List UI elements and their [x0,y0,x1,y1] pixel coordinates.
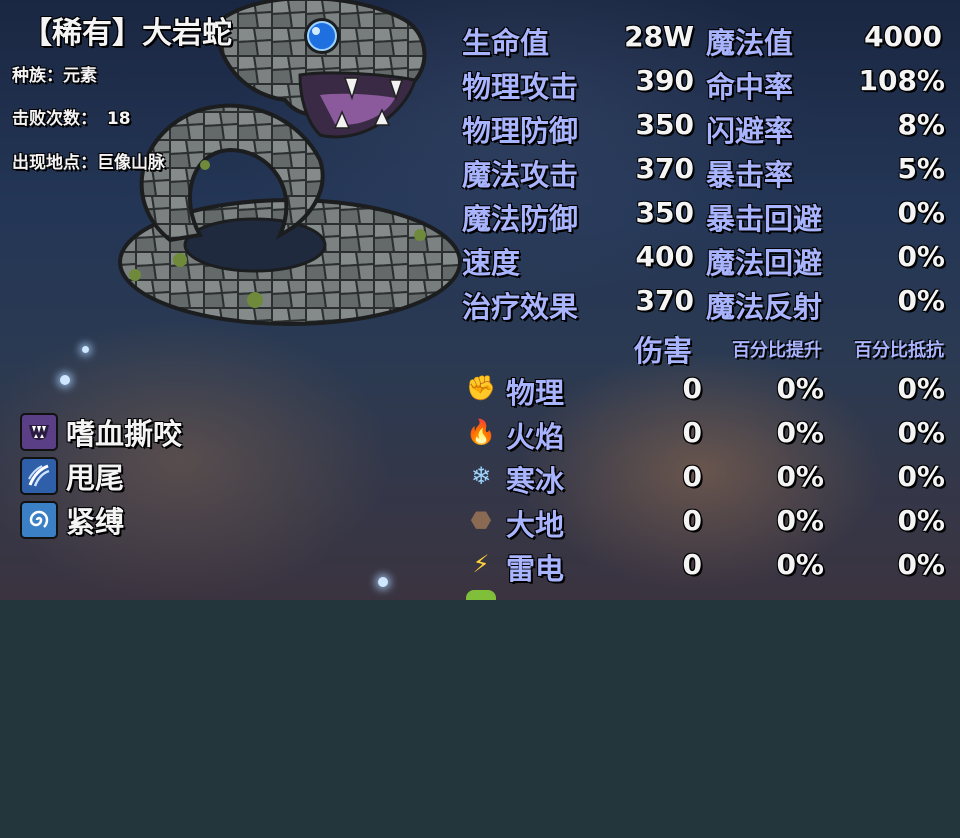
stat-value-mp: 4000 [864,20,942,53]
column-header-damage: 伤害 [634,334,693,368]
stat-label-dodge: 闪避率 [706,114,794,148]
stat-label-mag-atk: 魔法攻击 [462,158,579,192]
fist-icon: ✊ [466,374,496,402]
spawn-location: 出现地点：巨像山脉 [12,153,165,173]
fire-icon: 🔥 [466,418,496,446]
element-damage-earth: 0 [682,504,702,537]
element-up-physical: 0% [776,372,824,405]
element-label-ice: 寒冰 [506,464,565,498]
stat-label-mag-reflect: 魔法反射 [706,290,823,324]
fang-icon [20,413,58,451]
stat-label-phys-atk: 物理攻击 [462,70,579,104]
stat-value-dodge: 8% [897,108,945,141]
defeat-count-value: 18 [106,109,131,129]
defeat-count-row: 击败次数： 18 [12,104,131,129]
stat-label-phys-def: 物理防御 [462,114,579,148]
defeat-count-label: 击败次数： [12,109,97,129]
element-damage-thunder: 0 [682,548,702,581]
element-up-earth: 0% [776,504,824,537]
skill-bloodthirst-bite[interactable]: 嗜血撕咬 [20,413,182,451]
stat-label-crit-rate: 暴击率 [706,158,794,192]
empty-footer-area [0,600,960,838]
element-damage-fire: 0 [682,416,702,449]
element-res-earth: 0% [897,504,945,537]
element-res-ice: 0% [897,460,945,493]
stat-label-mp: 魔法值 [706,26,794,60]
snowflake-icon: ❄ [470,462,492,490]
stat-label-crit-evade: 暴击回避 [706,202,823,236]
element-damage-physical: 0 [682,372,702,405]
monster-info-panel: 【稀有】大岩蛇 种族：元素 击败次数： 18 出现地点：巨像山脉 嗜血撕咬 甩尾… [0,0,960,600]
skill-tail-sweep[interactable]: 甩尾 [20,457,124,495]
element-res-thunder: 0% [897,548,945,581]
tail-wave-icon [20,457,58,495]
stat-value-mag-reflect: 0% [897,284,945,317]
skill-label: 嗜血撕咬 [66,417,183,451]
element-up-fire: 0% [776,416,824,449]
star-sparkle [60,375,70,385]
stat-label-hit-rate: 命中率 [706,70,794,104]
lightning-icon: ⚡ [472,550,490,578]
star-sparkle [82,346,89,353]
stat-label-hp: 生命值 [462,26,550,60]
swirl-icon [20,501,58,539]
column-header-pct-res: 百分比抵抗 [854,340,944,361]
stat-label-mag-evade: 魔法回避 [706,246,823,280]
stat-value-crit-evade: 0% [897,196,945,229]
element-damage-ice: 0 [682,460,702,493]
element-res-fire: 0% [897,416,945,449]
skill-label: 紧缚 [66,505,125,539]
stat-value-hp: 28W [624,20,694,53]
skill-label: 甩尾 [66,461,125,495]
stat-value-mag-atk: 370 [635,152,694,185]
stat-value-phys-def: 350 [635,108,694,141]
stat-value-mag-evade: 0% [897,240,945,273]
stat-value-phys-atk: 390 [635,64,694,97]
monster-race: 种族：元素 [12,66,97,86]
star-sparkle [378,577,388,587]
leaf-icon [466,590,496,600]
element-label-fire: 火焰 [506,420,565,454]
stat-value-crit-rate: 5% [897,152,945,185]
element-up-thunder: 0% [776,548,824,581]
stat-label-mag-def: 魔法防御 [462,202,579,236]
skill-constrict[interactable]: 紧缚 [20,501,124,539]
stat-value-speed: 400 [635,240,694,273]
stat-value-hit-rate: 108% [858,64,945,97]
rock-icon: ⬣ [470,506,492,534]
element-up-ice: 0% [776,460,824,493]
stat-label-heal-effect: 治疗效果 [462,290,579,324]
column-header-pct-up: 百分比提升 [732,340,822,361]
stat-value-heal-effect: 370 [635,284,694,317]
stat-label-speed: 速度 [462,246,521,280]
monster-title: 【稀有】大岩蛇 [22,16,232,51]
element-label-thunder: 雷电 [506,552,565,586]
element-res-physical: 0% [897,372,945,405]
element-label-physical: 物理 [506,376,565,410]
stat-value-mag-def: 350 [635,196,694,229]
element-label-earth: 大地 [506,508,565,542]
